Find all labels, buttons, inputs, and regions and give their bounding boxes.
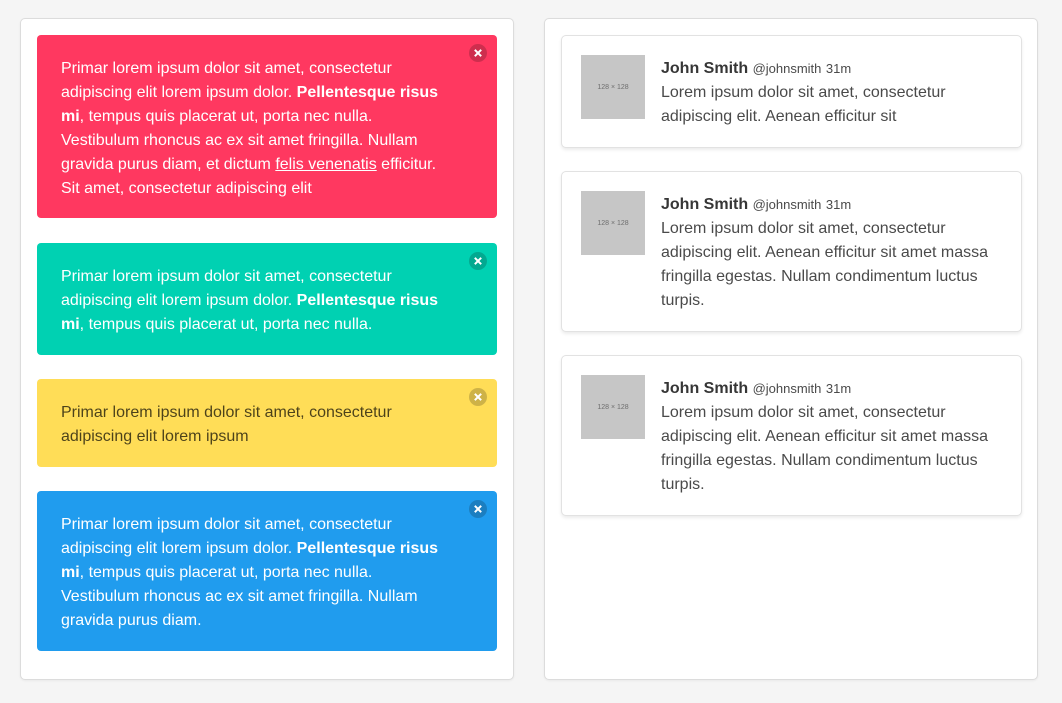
author-name: John Smith — [661, 60, 749, 77]
author-handle: @johnsmith — [752, 61, 822, 76]
author-name: John Smith — [661, 380, 749, 397]
close-icon[interactable] — [469, 500, 487, 518]
post-time: 31m — [825, 381, 852, 396]
notification-success: Primar lorem ipsum dolor sit amet, conse… — [37, 243, 497, 355]
notification-danger: Primar lorem ipsum dolor sit amet, conse… — [37, 35, 497, 218]
media-content: John Smith @johnsmith 31m Lorem ipsum do… — [661, 377, 1001, 497]
post-text: Lorem ipsum dolor sit amet, consectetur … — [661, 220, 988, 309]
text-segment: , tempus quis placerat ut, porta nec nul… — [79, 316, 373, 333]
post-text: Lorem ipsum dolor sit amet, consectetur … — [661, 84, 946, 125]
text-segment: Primar lorem ipsum dolor sit amet, conse… — [61, 404, 392, 445]
media-panel: 128 × 128 John Smith @johnsmith 31m Lore… — [544, 18, 1038, 680]
author-handle: @johnsmith — [752, 381, 822, 396]
media-content: John Smith @johnsmith 31m Lorem ipsum do… — [661, 57, 1001, 129]
author-name: John Smith — [661, 196, 749, 213]
media-card: 128 × 128 John Smith @johnsmith 31m Lore… — [561, 171, 1022, 332]
post-text: Lorem ipsum dolor sit amet, consectetur … — [661, 404, 988, 493]
notifications-panel: Primar lorem ipsum dolor sit amet, conse… — [20, 18, 514, 680]
close-icon[interactable] — [469, 44, 487, 62]
text-segment: , tempus quis placerat ut, porta nec nul… — [61, 564, 418, 629]
notification-warning: Primar lorem ipsum dolor sit amet, conse… — [37, 379, 497, 467]
avatar-placeholder: 128 × 128 — [581, 375, 645, 439]
media-card: 128 × 128 John Smith @johnsmith 31m Lore… — [561, 35, 1022, 148]
media-card: 128 × 128 John Smith @johnsmith 31m Lore… — [561, 355, 1022, 516]
notification-text: Primar lorem ipsum dolor sit amet, conse… — [61, 265, 441, 337]
media-content: John Smith @johnsmith 31m Lorem ipsum do… — [661, 193, 1001, 313]
close-icon[interactable] — [469, 388, 487, 406]
avatar-placeholder: 128 × 128 — [581, 55, 645, 119]
notification-text: Primar lorem ipsum dolor sit amet, conse… — [61, 401, 441, 449]
post-time: 31m — [825, 61, 852, 76]
close-icon[interactable] — [469, 252, 487, 270]
avatar-placeholder: 128 × 128 — [581, 191, 645, 255]
author-handle: @johnsmith — [752, 197, 822, 212]
notification-text: Primar lorem ipsum dolor sit amet, conse… — [61, 57, 441, 201]
notification-info: Primar lorem ipsum dolor sit amet, conse… — [37, 491, 497, 651]
underlined-text: felis venenatis — [275, 156, 377, 173]
post-time: 31m — [825, 197, 852, 212]
notification-text: Primar lorem ipsum dolor sit amet, conse… — [61, 513, 441, 633]
